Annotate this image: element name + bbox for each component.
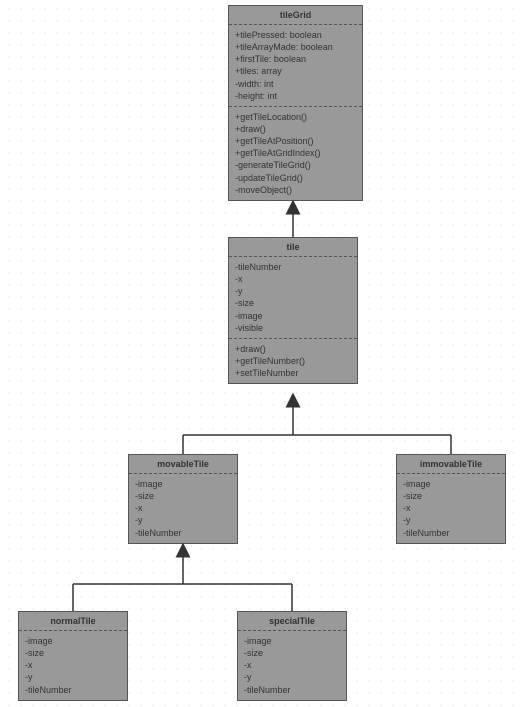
attr: +tilePressed: boolean (235, 29, 356, 41)
class-title: specialTile (238, 612, 346, 631)
class-attributes: +tilePressed: boolean +tileArrayMade: bo… (229, 25, 362, 106)
attr: -size (135, 490, 231, 502)
method: +draw() (235, 123, 356, 135)
attr: -tileNumber (135, 527, 231, 539)
attr: -size (25, 647, 121, 659)
class-title: normalTile (19, 612, 127, 631)
attr: -y (135, 514, 231, 526)
attr: -tileNumber (25, 684, 121, 696)
attr: -image (235, 310, 351, 322)
class-specialTile: specialTile -image -size -x -y -tileNumb… (237, 611, 347, 701)
class-title: movableTile (129, 455, 237, 474)
class-attributes: -image -size -x -y -tileNumber (129, 474, 237, 543)
attr: -image (403, 478, 499, 490)
class-immovableTile: immovableTile -image -size -x -y -tileNu… (396, 454, 506, 544)
attr: +tileArrayMade: boolean (235, 41, 356, 53)
attr: -x (135, 502, 231, 514)
attr: +tiles: array (235, 65, 356, 77)
class-methods: +getTileLocation() +draw() +getTileAtPos… (229, 107, 362, 200)
attr: -image (25, 635, 121, 647)
method: +getTileAtPosition() (235, 135, 356, 147)
attr: -x (25, 659, 121, 671)
attr: -size (403, 490, 499, 502)
attr: -size (235, 297, 351, 309)
method: -updateTileGrid() (235, 172, 356, 184)
method: -generateTileGrid() (235, 159, 356, 171)
attr: -x (235, 273, 351, 285)
class-attributes: -image -size -x -y -tileNumber (397, 474, 505, 543)
attr: -x (403, 502, 499, 514)
attr: -y (25, 671, 121, 683)
class-title: tile (229, 238, 357, 257)
method: +setTileNumber (235, 367, 351, 379)
attr: -size (244, 647, 340, 659)
attr: -image (135, 478, 231, 490)
attr: -tileNumber (403, 527, 499, 539)
class-movableTile: movableTile -image -size -x -y -tileNumb… (128, 454, 238, 544)
class-attributes: -image -size -x -y -tileNumber (238, 631, 346, 700)
method: +getTileAtGridIndex() (235, 147, 356, 159)
attr: -image (244, 635, 340, 647)
class-attributes: -image -size -x -y -tileNumber (19, 631, 127, 700)
attr: -visible (235, 322, 351, 334)
class-tile: tile -tileNumber -x -y -size -image -vis… (228, 237, 358, 384)
method: +getTileNumber() (235, 355, 351, 367)
class-normalTile: normalTile -image -size -x -y -tileNumbe… (18, 611, 128, 701)
method: -moveObject() (235, 184, 356, 196)
method: +getTileLocation() (235, 111, 356, 123)
attr: -x (244, 659, 340, 671)
attr: +firstTile: boolean (235, 53, 356, 65)
class-title: tileGrid (229, 6, 362, 25)
class-attributes: -tileNumber -x -y -size -image -visible (229, 257, 357, 338)
class-tileGrid: tileGrid +tilePressed: boolean +tileArra… (228, 5, 363, 201)
class-methods: +draw() +getTileNumber() +setTileNumber (229, 339, 357, 383)
attr: -y (244, 671, 340, 683)
method: +draw() (235, 343, 351, 355)
attr: -tileNumber (244, 684, 340, 696)
attr: -width: int (235, 78, 356, 90)
attr: -height: int (235, 90, 356, 102)
attr: -y (235, 285, 351, 297)
attr: -y (403, 514, 499, 526)
class-title: immovableTile (397, 455, 505, 474)
attr: -tileNumber (235, 261, 351, 273)
